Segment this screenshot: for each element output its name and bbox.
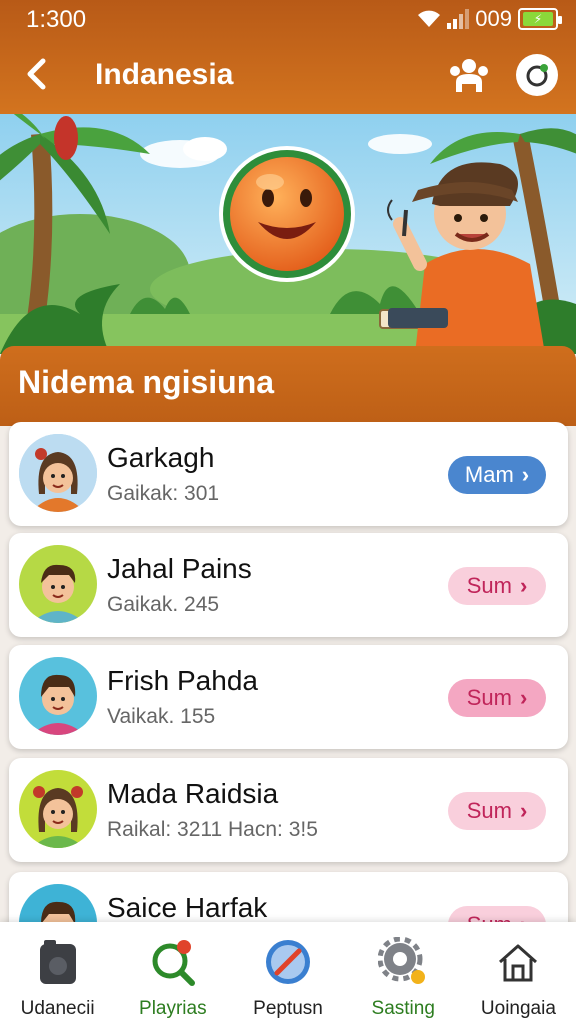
avatar [19, 657, 97, 735]
action-button[interactable]: Sum › [448, 792, 546, 830]
hero-banner [0, 114, 576, 354]
section-title: Nidema ngisiuna [18, 364, 275, 400]
nav-item-peptusn[interactable]: Peptusn [230, 922, 345, 1024]
profile-button[interactable] [516, 54, 558, 96]
list-item[interactable]: Jahal Pains Gaikak. 245 Sum › [9, 533, 568, 637]
back-button[interactable] [18, 54, 54, 94]
action-label: Sum [466, 798, 512, 823]
player-name: Garkagh [107, 442, 215, 473]
player-name: Jahal Pains [107, 553, 252, 584]
avatar [19, 770, 97, 848]
nav-item-sasting[interactable]: Sasting [346, 922, 461, 1024]
page-title: Indanesia [95, 58, 234, 91]
player-stats: Gaikak: 301 [107, 482, 220, 505]
player-stats: Gaikak. 245 [107, 593, 220, 616]
list-item[interactable]: Mada Raidsia Raikal: 3211 Hacn: 3!5 Sum … [9, 758, 568, 862]
home-icon [492, 936, 544, 988]
action-button[interactable]: Sum › [448, 906, 546, 922]
wifi-icon [418, 10, 441, 27]
nav-label: Sasting [371, 998, 435, 1019]
action-button[interactable]: Sum › [448, 679, 546, 717]
battery-percent: 009 [475, 6, 512, 31]
avatar [19, 545, 97, 623]
action-button[interactable]: Mam › [448, 456, 546, 494]
refresh-icon [526, 64, 548, 87]
avatar [19, 434, 97, 512]
nav-label: Uoingaia [480, 998, 556, 1019]
nav-label: Peptusn [253, 998, 323, 1019]
player-list: Garkagh Gaikak: 301 Mam › Jahal Pains Ga… [0, 422, 576, 922]
chevron-right-icon: › [519, 685, 528, 710]
player-name: Frish Pahda [107, 665, 258, 696]
people-button[interactable] [448, 54, 490, 96]
action-label: Sum [466, 685, 512, 710]
player-stats: Vaikak. 155 [107, 705, 216, 728]
player-stats: Raikal: 3211 Hacn: 3!5 [107, 818, 318, 841]
player-name: Mada Raidsia [107, 778, 279, 809]
nav-label: Playrias [139, 998, 207, 1019]
avatar [19, 884, 97, 922]
nav-item-playrias[interactable]: Playrias [115, 922, 230, 1024]
battery-icon: ⚡ [518, 8, 562, 30]
people-icon [450, 59, 488, 92]
status-time: 1:300 [26, 6, 87, 33]
signal-icon [447, 9, 470, 29]
action-label: Mam [464, 462, 514, 487]
chevron-right-icon: › [519, 798, 528, 823]
player-name: Saice Harfak [107, 892, 268, 922]
chevron-left-icon [27, 58, 46, 90]
chevron-right-icon: › [519, 573, 528, 598]
chevron-right-icon: › [520, 912, 527, 922]
list-item[interactable]: Saice Harfak Sum › [9, 872, 568, 922]
gear-icon [377, 936, 429, 988]
nav-label: Udanecii [20, 998, 95, 1019]
chevron-right-icon: › [521, 462, 530, 487]
action-button[interactable]: Sum › [448, 567, 546, 605]
list-item[interactable]: Garkagh Gaikak: 301 Mam › [9, 422, 568, 526]
section-header: Nidema ngisiuna [0, 346, 576, 426]
bottom-navigation: Udanecii Playrias Peptusn Sasting Uoinga… [0, 922, 576, 1024]
camera-icon [32, 936, 84, 988]
list-item[interactable]: Frish Pahda Vaikak. 155 Sum › [9, 645, 568, 749]
nav-item-udanecii[interactable]: Udanecii [0, 922, 115, 1024]
jungle-illustration [0, 114, 576, 354]
status-icons: 009 ⚡ [417, 6, 562, 32]
action-label: Sum [467, 912, 512, 922]
app-header: 1:300 009 ⚡ Indanesia [0, 0, 576, 114]
action-label: Sum [466, 573, 512, 598]
search-icon [147, 936, 199, 988]
nav-item-uoingaia[interactable]: Uoingaia [461, 922, 576, 1024]
compass-icon [262, 936, 314, 988]
